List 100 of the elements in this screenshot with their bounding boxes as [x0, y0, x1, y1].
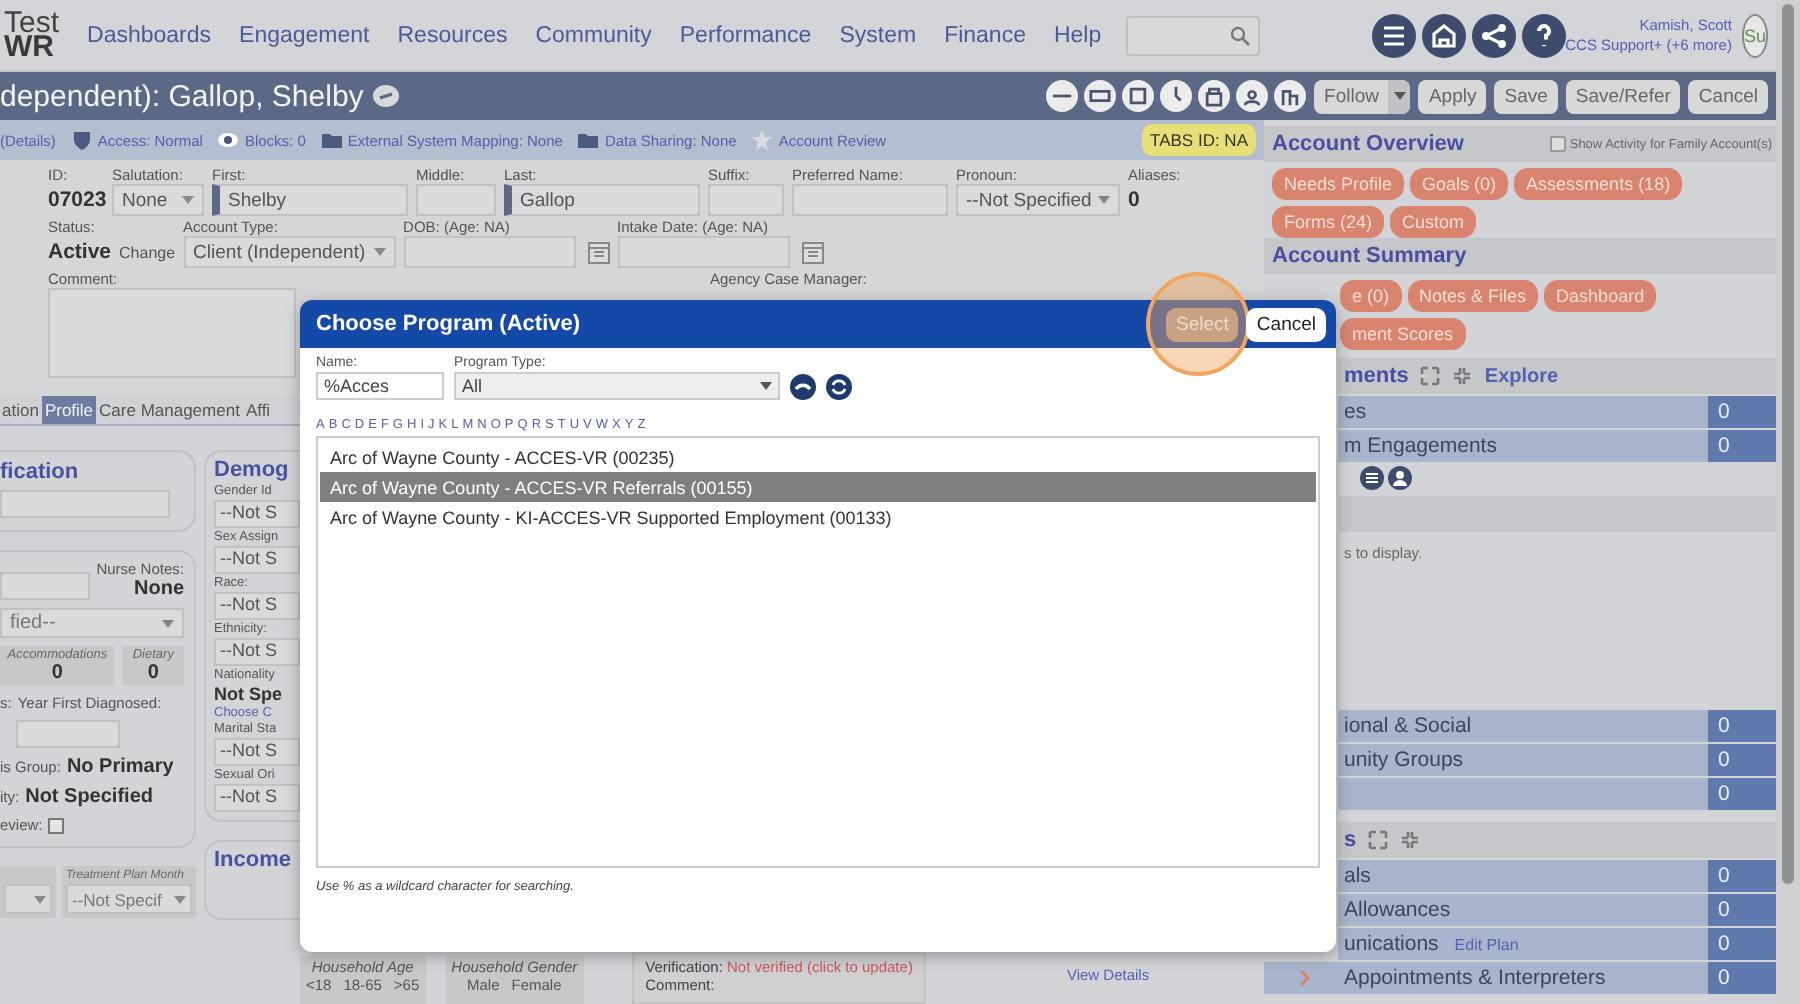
caret-icon [174, 895, 186, 903]
caret-icon [182, 196, 194, 204]
person-icon[interactable] [1388, 466, 1412, 490]
folder-icon [321, 130, 342, 150]
row-label: Allowances [1344, 898, 1451, 922]
date-field[interactable] [403, 236, 576, 268]
status-value: Active [48, 240, 112, 264]
menu-item[interactable]: Community [535, 23, 652, 47]
summary-row[interactable]: 0 [1338, 778, 1776, 810]
row-label: Appointments & Interpreters [1344, 966, 1606, 990]
row-count: 0 [1708, 778, 1776, 810]
search-field[interactable] [1125, 15, 1260, 55]
link-icon[interactable] [371, 84, 400, 108]
date-field[interactable] [617, 236, 790, 268]
input-field[interactable] [0, 572, 91, 600]
input-field[interactable] [708, 184, 784, 216]
refresh-icon[interactable] [826, 374, 852, 400]
name-field[interactable]: %Acces [316, 372, 444, 400]
menu-item[interactable]: Help [1053, 23, 1102, 47]
program-option[interactable]: Arc of Wayne County - ACCES-VR Referrals (00155) [320, 472, 1316, 502]
expand-icon[interactable] [1420, 366, 1441, 386]
logo-text: WR [4, 35, 54, 59]
summary-row[interactable]: m Engagements 0 [1338, 430, 1776, 462]
panel-title: Demog [214, 458, 291, 482]
menu-item[interactable]: Finance [944, 23, 1026, 47]
checkbox[interactable] [48, 817, 65, 833]
program-option[interactable]: Arc of Wayne County - KI-ACCES-VR Supported Employment (00133) [320, 502, 1316, 532]
section-title: Account Summary [1272, 244, 1467, 268]
menu-item[interactable]: Engagement [239, 23, 370, 47]
summary-row[interactable]: es 0 [1338, 396, 1776, 428]
toolbar-button[interactable]: Cancel [1688, 79, 1768, 113]
avatar[interactable]: Su [1741, 13, 1768, 57]
select-field[interactable]: --Not S [214, 592, 300, 620]
input-field[interactable]: Shelby [212, 184, 408, 216]
home-icon[interactable] [1421, 13, 1466, 57]
checkbox[interactable] [1549, 136, 1566, 152]
dialog-button[interactable]: Cancel [1246, 307, 1326, 341]
summary-row[interactable]: unity Groups 0 [1338, 744, 1776, 776]
section-title: s [1344, 828, 1357, 852]
folder-icon [578, 130, 599, 150]
summary-row[interactable]: als 0 [1338, 860, 1776, 892]
summary-row[interactable]: Allowances 0 [1338, 894, 1776, 926]
list-icon[interactable] [1360, 466, 1384, 490]
select-field[interactable]: --Not S [214, 500, 300, 528]
toolbar-button[interactable]: Save/Refer [1565, 79, 1681, 113]
select-field[interactable]: Client (Independent) [183, 236, 396, 268]
change-link[interactable]: Change [119, 243, 176, 261]
select-field[interactable]: --Not Specified [956, 184, 1120, 216]
program-option[interactable]: Arc of Wayne County - ACCES-VR (00235) [320, 442, 1316, 472]
input-field[interactable] [416, 184, 496, 216]
field-value: None [134, 578, 184, 600]
select-field[interactable]: fied-- [0, 608, 184, 638]
caret-icon [34, 895, 46, 903]
input-field[interactable]: Gallop [504, 184, 700, 216]
calendar-icon[interactable] [801, 240, 824, 264]
collapse-icon[interactable] [1400, 830, 1421, 850]
program-type-select[interactable]: All [454, 372, 780, 400]
menu-item[interactable]: Performance [679, 23, 812, 47]
logo-text: Test [4, 11, 60, 35]
select-field[interactable]: --Not S [214, 738, 300, 766]
select-field[interactable]: --Not S [214, 784, 300, 812]
box-icon[interactable] [1122, 80, 1155, 112]
field-value: No Primary [66, 756, 174, 778]
person-icon[interactable] [1236, 80, 1269, 112]
input-field[interactable] [16, 720, 120, 748]
summary-row[interactable]: ional & Social 0 [1338, 710, 1776, 742]
phone-icon[interactable] [790, 374, 816, 400]
expand-icon[interactable] [1368, 830, 1389, 850]
follow-button[interactable]: Follow [1314, 79, 1411, 113]
menu-item[interactable]: Resources [397, 23, 508, 47]
summary-row[interactable]: unications Edit Plan 0 [1338, 928, 1776, 960]
collapse-icon[interactable] [1452, 366, 1473, 386]
id-card-icon[interactable] [1084, 80, 1117, 112]
calendar-icon[interactable] [587, 240, 610, 264]
clock-icon[interactable] [1160, 80, 1193, 112]
menu-item[interactable]: Dashboards [87, 23, 212, 47]
help-icon[interactable] [1521, 13, 1566, 57]
explore-link[interactable]: Explore [1484, 365, 1559, 387]
comment-field[interactable] [48, 288, 296, 378]
edit-plan-link[interactable]: Edit Plan [1454, 935, 1519, 953]
input-field[interactable] [792, 184, 948, 216]
lock-icon[interactable] [1198, 80, 1231, 112]
row-count: 0 [1708, 396, 1776, 428]
toolbar-button[interactable]: Apply [1418, 79, 1487, 113]
chevron-icon[interactable] [1299, 970, 1309, 986]
input-field[interactable] [0, 490, 170, 518]
menu-item[interactable]: System [839, 23, 917, 47]
select-field[interactable]: --Not S [214, 638, 300, 666]
tab[interactable]: Profile [42, 396, 96, 424]
toolbar-button[interactable]: Save [1494, 79, 1558, 113]
summary-row[interactable]: Appointments & Interpreters 0 [1264, 962, 1776, 994]
menu-icon[interactable] [1371, 13, 1416, 57]
select-field[interactable]: --Not S [214, 546, 300, 574]
select-field[interactable] [4, 884, 52, 914]
share-icon[interactable] [1471, 13, 1516, 57]
select-field[interactable]: None [112, 184, 204, 216]
select-field[interactable]: --Not Specif [66, 884, 192, 914]
scrollbar[interactable] [1782, 4, 1794, 884]
building-icon[interactable] [1274, 80, 1307, 112]
counter-value: 0 [51, 662, 63, 684]
